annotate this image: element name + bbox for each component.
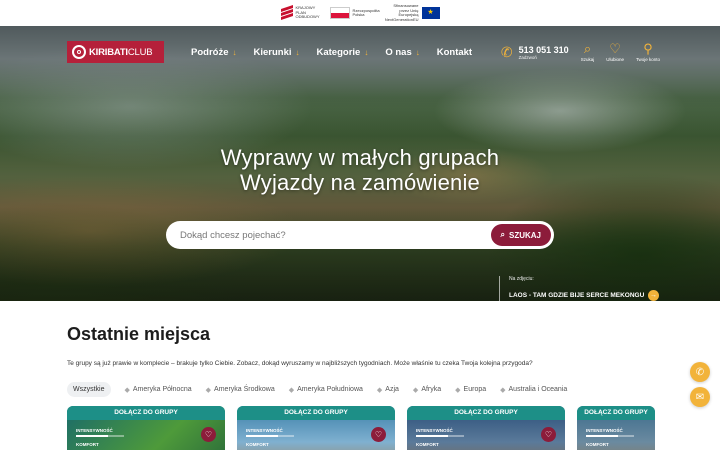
continent-icon: ◆: [412, 386, 419, 394]
phone-contact[interactable]: ✆ 513 051 310 Zadzwoń: [501, 44, 569, 61]
caption-link[interactable]: LAOS - TAM GDZIE BIJE SERCE MEKONGU →: [509, 290, 659, 301]
search-button[interactable]: ⌕ SZUKAJ: [490, 224, 551, 246]
nav-item-kategorie[interactable]: Kategorie ↓: [317, 47, 369, 58]
destination-search-input[interactable]: [180, 229, 491, 241]
favorite-heart-icon[interactable]: ♡: [541, 427, 556, 442]
search-icon: ⌕: [583, 41, 592, 56]
nav-item-kierunki[interactable]: Kierunki ↓: [253, 47, 299, 58]
kpo-logo: KRAJOWY PLAN ODBUDOWY: [280, 5, 324, 20]
filter-europa[interactable]: ◆ Europa: [455, 386, 486, 394]
logo-text: KIRIBATICLUB: [89, 46, 153, 58]
intensity-bar: [416, 435, 464, 437]
hero-line-2: Wyjazdy na zamówienie: [240, 170, 480, 195]
region-filters: Wszystkie ◆ Ameryka Północna ◆ Ameryka Śro…: [67, 382, 720, 397]
hero-line-1: Wyprawy w małych grupach: [220, 145, 500, 170]
filter-australia-i-oceania[interactable]: ◆ Australia i Oceania: [500, 386, 567, 394]
site-logo[interactable]: KIRIBATICLUB: [67, 41, 164, 63]
heart-icon: ♡: [609, 41, 621, 56]
phone-icon: ✆: [500, 43, 513, 60]
envelope-icon: ✉: [695, 391, 705, 403]
hero-section: KIRIBATICLUB Podróże ↓ Kierunki ↓ Kategori…: [0, 26, 720, 301]
arrow-down-icon: ↓: [232, 47, 237, 57]
photo-caption: Na zdjęciu: LAOS - TAM GDZIE BIJE SERCE …: [499, 276, 659, 301]
continent-icon: ◆: [376, 386, 383, 394]
favorite-heart-icon[interactable]: ♡: [201, 427, 216, 442]
trip-card[interactable]: DOŁĄCZ DO GRUPY INTENSYWNOŚĆ KOMFORT ♡: [67, 406, 225, 450]
kpo-text: KRAJOWY PLAN ODBUDOWY: [295, 5, 320, 20]
caption-label: Na zdjęciu:: [509, 276, 534, 282]
continent-icon: ◆: [124, 386, 130, 394]
float-phone-button[interactable]: ✆: [690, 362, 710, 382]
section-title: Ostatnie miejsca: [67, 324, 211, 344]
intensity-bar: [76, 435, 124, 437]
continent-icon: ◆: [205, 386, 212, 394]
arrow-down-icon: ↓: [364, 47, 369, 57]
float-email-button[interactable]: ✉: [690, 387, 710, 407]
card-ratings: INTENSYWNOŚĆ KOMFORT: [246, 428, 294, 447]
arrow-right-icon: →: [648, 290, 659, 301]
intensity-bar: [246, 435, 294, 437]
last-seats-section: Ostatnie miejsca Te grupy są już prawie …: [0, 301, 720, 450]
eu-logo: Sfinansowane przez Unię Europejską NextG…: [384, 3, 440, 22]
nav-item-o-nas[interactable]: O nas ↓: [385, 47, 419, 58]
eu-text: Sfinansowane przez Unię Europejską NextG…: [384, 3, 419, 22]
continent-icon: ◆: [288, 386, 295, 394]
filter-ameryka-srodkowa[interactable]: ◆ Ameryka Środkowa: [206, 386, 275, 394]
hero-headline: Wyprawy w małych grupach Wyjazdy na zamó…: [0, 145, 720, 195]
poland-flag-icon: [329, 7, 350, 19]
rp-text: Rzeczpospolita Polska: [352, 7, 380, 17]
hero-search-bar: ⌕ SZUKAJ: [166, 221, 554, 249]
filter-ameryka-poludniowa[interactable]: ◆ Ameryka Południowa: [289, 386, 363, 394]
filter-azja[interactable]: ◆ Azja: [377, 386, 399, 394]
card-ratings: INTENSYWNOŚĆ KOMFORT: [76, 428, 124, 447]
site-header: KIRIBATICLUB Podróże ↓ Kierunki ↓ Kategori…: [67, 34, 660, 70]
account-link[interactable]: ⚲ Twoje konto: [636, 42, 660, 62]
trip-cards: DOŁĄCZ DO GRUPY INTENSYWNOŚĆ KOMFORT ♡ D…: [67, 406, 720, 450]
eu-flag-icon: ★: [421, 7, 440, 19]
arrow-down-icon: ↓: [415, 47, 420, 57]
nav-item-podroze[interactable]: Podróże ↓: [191, 47, 236, 58]
card-ratings: INTENSYWNOŚĆ KOMFORT: [416, 428, 464, 447]
kpo-mark-icon: [280, 5, 293, 20]
phone-icon: ✆: [695, 366, 705, 378]
favorite-heart-icon[interactable]: ♡: [371, 427, 386, 442]
filter-ameryka-polnocna[interactable]: ◆ Ameryka Północna: [125, 386, 192, 394]
continent-icon: ◆: [500, 386, 506, 394]
filter-wszystkie[interactable]: Wszystkie: [67, 382, 111, 397]
continent-icon: ◆: [455, 386, 461, 394]
phone-sub-label: Zadzwoń: [518, 54, 537, 60]
join-group-banner: DOŁĄCZ DO GRUPY: [67, 406, 225, 420]
nav-item-kontakt[interactable]: Kontakt: [437, 47, 472, 58]
rp-logo: Rzeczpospolita Polska: [329, 7, 380, 19]
search-toggle[interactable]: ⌕ Szukaj: [581, 42, 595, 62]
arrow-down-icon: ↓: [295, 47, 300, 57]
trip-card[interactable]: DOŁĄCZ DO GRUPY INTENSYWNOŚĆ KOMFORT ♡: [237, 406, 395, 450]
trip-card[interactable]: DOŁĄCZ DO GRUPY INTENSYWNOŚĆ KOMFORT ♡: [407, 406, 565, 450]
trip-card[interactable]: DOŁĄCZ DO GRUPY INTENSYWNOŚĆ KOMFORT: [577, 406, 655, 450]
card-ratings: INTENSYWNOŚĆ KOMFORT: [586, 428, 634, 447]
funding-strip: KRAJOWY PLAN ODBUDOWY Rzeczpospolita Pol…: [0, 0, 720, 26]
join-group-banner: DOŁĄCZ DO GRUPY: [407, 406, 565, 420]
filter-afryka[interactable]: ◆ Afryka: [413, 386, 441, 394]
main-nav: Podróże ↓ Kierunki ↓ Kategorie ↓ O nas ↓ Kon…: [191, 47, 472, 58]
favorites-link[interactable]: ♡ Ulubione: [606, 42, 624, 62]
caption-text: LAOS - TAM GDZIE BIJE SERCE MEKONGU: [509, 292, 645, 299]
phone-number: 513 051 310: [518, 44, 569, 55]
intensity-bar: [586, 435, 634, 437]
logo-flower-icon: [72, 45, 86, 59]
section-description: Te grupy są już prawie w komplecie – bra…: [67, 360, 533, 367]
join-group-banner: DOŁĄCZ DO GRUPY: [577, 406, 655, 420]
user-icon: ⚲: [643, 41, 653, 56]
search-icon: ⌕: [500, 230, 505, 239]
join-group-banner: DOŁĄCZ DO GRUPY: [237, 406, 395, 420]
